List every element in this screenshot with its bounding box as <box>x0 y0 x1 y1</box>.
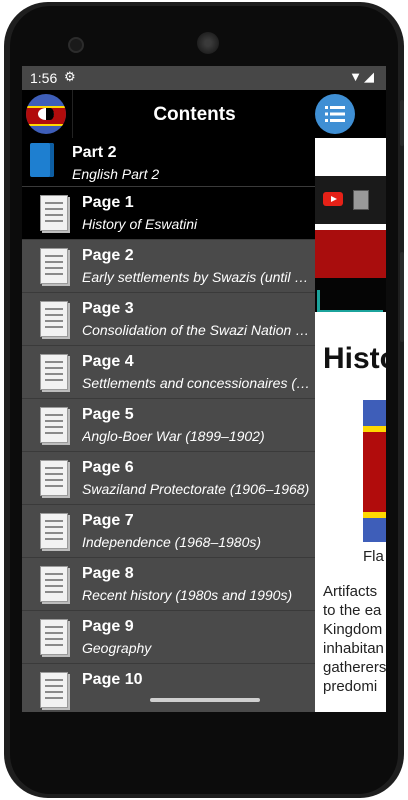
document-icon <box>40 460 68 496</box>
list-item-title: Page 8 <box>82 565 134 582</box>
list-item-title: Page 10 <box>82 671 143 688</box>
list-item-title: Page 1 <box>82 194 134 211</box>
list-item-subtitle: Swaziland Protectorate (1906–1968) <box>82 481 310 497</box>
list-item-title: Page 9 <box>82 618 134 635</box>
web-dark-bar <box>315 278 386 312</box>
document-icon <box>40 619 68 655</box>
list-item-subtitle: Independence (1968–1980s) <box>82 534 262 550</box>
document-icon <box>40 407 68 443</box>
web-content: Histo Fla Artifacts to the ea Kingdom in… <box>315 90 386 712</box>
list-item[interactable]: Page 1 History of Eswatini <box>22 186 315 239</box>
section-header[interactable]: Part 2 English Part 2 <box>22 138 315 186</box>
document-icon <box>40 195 68 231</box>
list-item-title: Page 3 <box>82 300 134 317</box>
list-item-subtitle: Geography <box>82 640 152 656</box>
web-paragraph-line: predomi <box>323 678 378 695</box>
list-item[interactable]: Page 7 Independence (1968–1980s) <box>22 504 315 557</box>
document-icon <box>40 354 68 390</box>
status-time: 1:56 <box>30 70 58 86</box>
document-icon <box>40 513 68 549</box>
list-item[interactable]: Page 2 Early settlements by Swazis (unti… <box>22 239 315 292</box>
list-item[interactable]: Page 8 Recent history (1980s and 1990s) <box>22 557 315 610</box>
web-banner <box>315 230 386 278</box>
list-item-subtitle: Consolidation of the Swazi Nation (1745–… <box>82 322 312 338</box>
home-indicator[interactable] <box>150 698 260 702</box>
web-paragraph: Artifacts to the ea Kingdom inhabitan ga… <box>323 582 386 696</box>
list-item-title: Page 4 <box>82 353 134 370</box>
list-icon <box>325 106 345 122</box>
web-paragraph-line: gatherers <box>323 659 386 676</box>
web-paragraph-line: Kingdom <box>323 621 383 638</box>
list-item-subtitle: Early settlements by Swazis (until 1745) <box>82 269 312 285</box>
power-button <box>400 100 404 146</box>
gear-icon: ⚙ <box>64 69 76 84</box>
youtube-icon[interactable] <box>323 192 343 206</box>
list-item[interactable]: Page 10 <box>22 663 315 712</box>
list-item-title: Page 6 <box>82 459 134 476</box>
flag-caption: Fla <box>363 548 384 565</box>
document-icon[interactable] <box>353 190 369 210</box>
list-item-title: Page 7 <box>82 512 134 529</box>
list-item-subtitle: Recent history (1980s and 1990s) <box>82 587 293 603</box>
list-item[interactable]: Page 6 Swaziland Protectorate (1906–1968… <box>22 451 315 504</box>
document-icon <box>40 566 68 602</box>
navigation-drawer: Contents Part 2 English Part 2 Page 1 Hi… <box>22 90 315 712</box>
book-icon <box>30 143 54 177</box>
section-title: Part 2 <box>72 144 117 161</box>
list-item[interactable]: Page 9 Geography <box>22 610 315 663</box>
list-item[interactable]: Page 5 Anglo-Boer War (1899–1902) <box>22 398 315 451</box>
document-icon <box>40 672 68 708</box>
wifi-signal-icon: ▼◢ <box>349 69 376 84</box>
list-item-subtitle: History of Eswatini <box>82 216 198 232</box>
status-bar: 1:56 ⚙ ▼◢ <box>22 66 386 90</box>
web-blank <box>315 138 386 172</box>
document-icon <box>40 248 68 284</box>
list-item-subtitle: Settlements and concessionaires (1840–18… <box>82 375 312 391</box>
camera-icon <box>68 37 84 53</box>
volume-button <box>400 252 404 342</box>
web-toolbar <box>315 90 386 138</box>
web-accent-underline <box>317 310 383 312</box>
list-item[interactable]: Page 4 Settlements and concessionaires (… <box>22 345 315 398</box>
speaker-icon <box>197 32 219 54</box>
list-item[interactable]: Page 3 Consolidation of the Swazi Nation… <box>22 292 315 345</box>
page-list: Page 1 History of Eswatini Page 2 Early … <box>22 186 315 712</box>
web-paragraph-line: to the ea <box>323 602 382 619</box>
section-subtitle: English Part 2 <box>72 166 160 182</box>
web-paragraph-line: inhabitan <box>323 640 384 657</box>
drawer-header: Contents <box>22 90 315 138</box>
list-item-title: Page 2 <box>82 247 134 264</box>
list-item-subtitle: Anglo-Boer War (1899–1902) <box>82 428 265 444</box>
flag-image <box>363 400 386 542</box>
document-icon <box>40 301 68 337</box>
drawer-title: Contents <box>153 104 236 125</box>
menu-icon[interactable] <box>315 94 355 134</box>
web-accent-line <box>317 290 320 312</box>
web-paragraph-line: Artifacts <box>323 583 378 600</box>
screen: 1:56 ⚙ ▼◢ Histo Fla Artifacts <box>22 66 386 712</box>
web-heading: Histo <box>323 342 386 375</box>
list-item-title: Page 5 <box>82 406 134 423</box>
